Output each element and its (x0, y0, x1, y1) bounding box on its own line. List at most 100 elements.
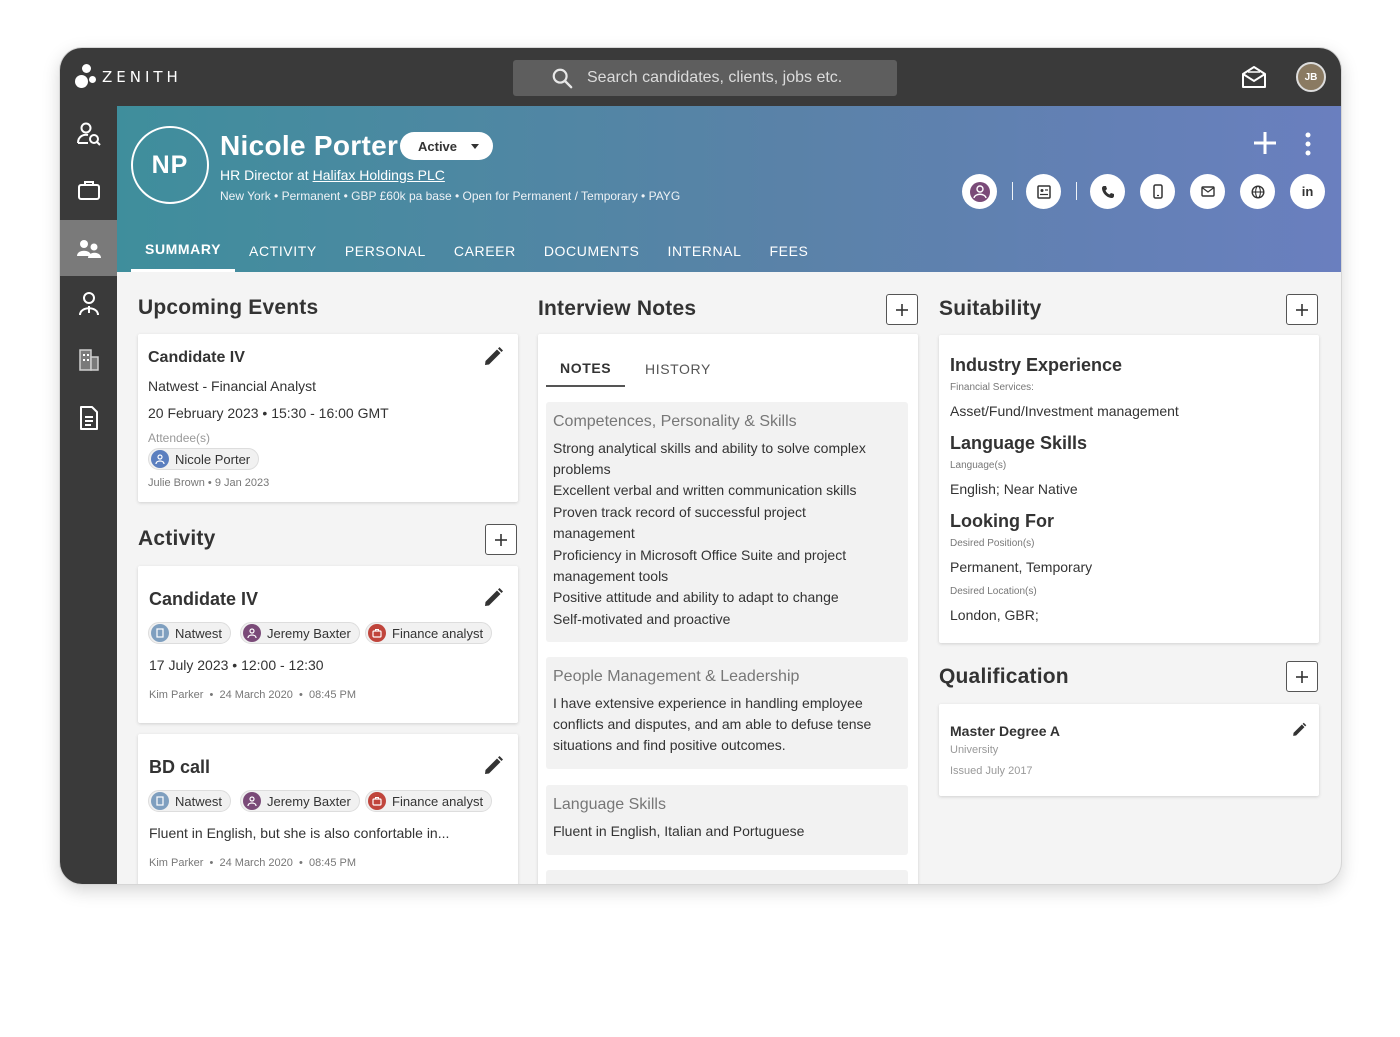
note-line: Positive attitude and ability to adapt t… (553, 589, 839, 605)
status-dropdown[interactable]: Active (400, 132, 494, 160)
activity-date: 24 March 2020 (219, 689, 293, 701)
edit-icon[interactable] (482, 755, 504, 777)
note-block-people-management: People Management & Leadership I have ex… (546, 657, 908, 769)
company-link[interactable]: Halifax Holdings PLC (313, 167, 445, 183)
note-line: conflicts and disputes, and am able to d… (553, 716, 872, 732)
job-title: HR Director at (220, 167, 313, 183)
note-line: management tools (553, 568, 669, 584)
interview-notes-card: NOTES HISTORY Competences, Personality &… (538, 334, 918, 884)
sidebar-item-contacts[interactable] (60, 276, 117, 332)
briefcase-icon (77, 181, 100, 200)
building-icon (151, 792, 169, 810)
owner-avatar-icon (969, 181, 990, 202)
sidebar-item-candidate-search[interactable] (60, 106, 117, 162)
add-icon[interactable] (1252, 130, 1278, 156)
cv-card-icon (1036, 184, 1051, 199)
activity-author: Kim Parker (149, 857, 204, 869)
tab-personal[interactable]: PERSONAL (331, 229, 440, 272)
tab-fees[interactable]: FEES (756, 229, 823, 272)
envelope-icon (1200, 186, 1215, 197)
note-block-language-skills: Language Skills Fluent in English, Itali… (546, 785, 908, 855)
note-line: situations and find positive outcomes. (553, 737, 786, 753)
sidebar-item-companies[interactable] (60, 332, 117, 388)
activity-body: Fluent in English, but she is also confo… (149, 825, 450, 841)
tab-internal[interactable]: INTERNAL (653, 229, 755, 272)
activity-time: 08:45 PM (308, 689, 357, 701)
note-line: Strong analytical skills and ability to … (553, 440, 866, 456)
event-title: Candidate IV (148, 349, 245, 366)
note-heading: Language Skills (553, 796, 666, 813)
tab-documents[interactable]: DOCUMENTS (530, 229, 654, 272)
industry-experience-title: Industry Experience (950, 355, 1123, 375)
app-window: ZENITH Search candidates, clients, jobs … (60, 48, 1341, 884)
qualification-title: Qualification (939, 665, 1069, 688)
plus-icon (896, 303, 908, 316)
upcoming-event-card[interactable]: Candidate IV Natwest - Financial Analyst… (138, 334, 518, 502)
tab-activity[interactable]: ACTIVITY (235, 229, 331, 272)
desired-location-label: Desired Location(s) (950, 586, 1037, 597)
chip-label: Finance analyst (392, 625, 484, 641)
website-button[interactable] (1240, 174, 1275, 209)
activity-card[interactable]: BD call Natwest Jeremy Baxter Finance an… (138, 734, 518, 884)
note-block-competences: Competences, Personality & Skills Strong… (546, 402, 908, 642)
note-line: management (553, 525, 635, 541)
candidate-profile-icon (76, 240, 101, 258)
sidebar-item-jobs[interactable] (60, 162, 117, 218)
inbox-icon[interactable] (1240, 64, 1268, 90)
contact-chip[interactable]: Jeremy Baxter (240, 622, 360, 644)
activity-card[interactable]: Candidate IV Natwest Jeremy Baxter Finan… (138, 566, 518, 723)
search-icon (552, 68, 573, 89)
tab-history[interactable]: HISTORY (631, 351, 725, 387)
cv-button[interactable] (1026, 174, 1061, 209)
candidate-job-line: HR Director at Halifax Holdings PLC (220, 167, 445, 183)
linkedin-icon: in (1301, 184, 1314, 199)
job-chip[interactable]: Finance analyst (365, 790, 493, 812)
logo[interactable]: ZENITH (74, 62, 182, 92)
brand-name: ZENITH (102, 68, 182, 86)
search-input[interactable]: Search candidates, clients, jobs etc. (587, 69, 842, 87)
activity-title-text: BD call (149, 757, 211, 777)
sidebar-item-documents[interactable] (60, 390, 117, 446)
add-note-button[interactable] (886, 294, 918, 325)
linkedin-button[interactable]: in (1290, 174, 1325, 209)
divider (1076, 182, 1077, 200)
mobile-button[interactable] (1140, 174, 1175, 209)
email-button[interactable] (1190, 174, 1225, 209)
activity-footer: Kim Parker • 24 March 2020 • 08:45 PM (149, 857, 357, 869)
attendee-name: Nicole Porter (175, 451, 251, 467)
desired-position-label: Desired Position(s) (950, 538, 1035, 549)
owner-button[interactable] (962, 174, 997, 209)
person-search-icon (76, 122, 101, 146)
add-suitability-button[interactable] (1286, 294, 1318, 325)
global-search[interactable]: Search candidates, clients, jobs etc. (513, 60, 897, 96)
more-options-icon[interactable] (1301, 132, 1315, 156)
attendee-chip[interactable]: Nicole Porter (148, 448, 260, 470)
company-chip[interactable]: Natwest (148, 622, 231, 644)
add-qualification-button[interactable] (1286, 661, 1318, 692)
edit-icon[interactable] (1291, 722, 1307, 738)
sidebar (60, 106, 117, 884)
user-avatar[interactable]: JB (1296, 62, 1326, 92)
event-subtitle: Natwest - Financial Analyst (148, 378, 317, 394)
note-line: Excellent verbal and written communicati… (553, 482, 857, 498)
tab-summary[interactable]: SUMMARY (131, 229, 236, 272)
call-button[interactable] (1090, 174, 1125, 209)
industry-label: Financial Services: (950, 382, 1034, 393)
activity-footer: Kim Parker • 24 March 2020 • 08:45 PM (149, 689, 357, 701)
qualification-type: University (950, 744, 999, 756)
tab-notes[interactable]: NOTES (546, 351, 626, 387)
job-chip[interactable]: Finance analyst (365, 622, 493, 644)
note-heading: People Management & Leadership (553, 668, 800, 685)
looking-for-title: Looking For (950, 511, 1054, 531)
tab-career[interactable]: CAREER (440, 229, 530, 272)
sidebar-item-candidates[interactable] (60, 220, 117, 276)
document-icon (79, 406, 98, 430)
edit-icon[interactable] (482, 346, 504, 368)
company-chip[interactable]: Natwest (148, 790, 231, 812)
contact-chip[interactable]: Jeremy Baxter (240, 790, 360, 812)
event-footer: Julie Brown • 9 Jan 2023 (148, 477, 270, 489)
add-activity-button[interactable] (485, 524, 517, 555)
edit-icon[interactable] (482, 587, 504, 609)
qualification-card[interactable]: Master Degree A University Issued July 2… (939, 704, 1319, 796)
suitability-card: Industry Experience Financial Services: … (939, 335, 1319, 643)
